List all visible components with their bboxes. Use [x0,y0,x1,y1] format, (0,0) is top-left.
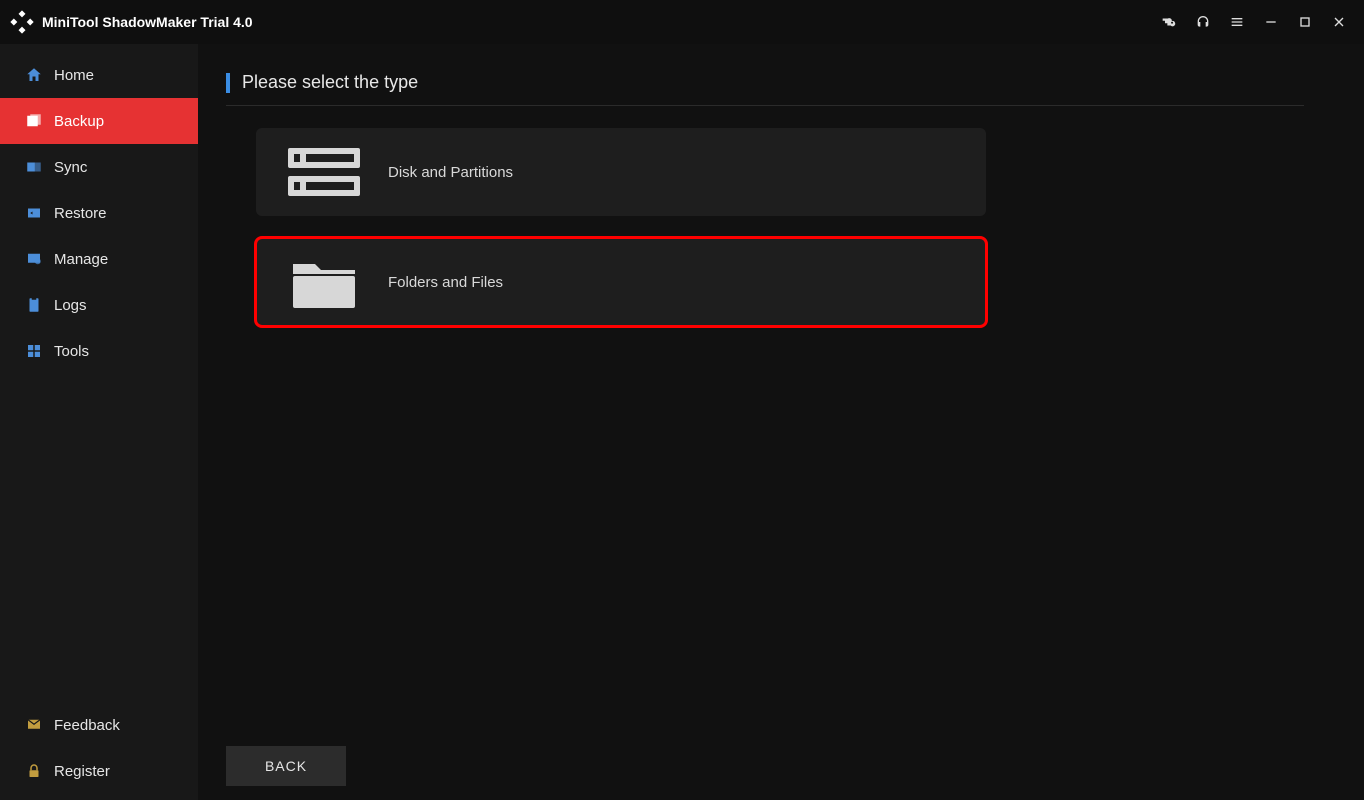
app-title: MiniTool ShadowMaker Trial 4.0 [42,14,253,30]
sidebar-item-label: Backup [54,113,104,130]
header-accent-bar [226,73,230,93]
sidebar-item-label: Feedback [54,717,120,734]
manage-icon [24,249,44,269]
sidebar-item-manage[interactable]: Manage [0,236,198,282]
maximize-button[interactable] [1288,0,1322,44]
sidebar-item-feedback[interactable]: Feedback [0,702,198,748]
sidebar-item-tools[interactable]: Tools [0,328,198,374]
sidebar-item-backup[interactable]: Backup [0,98,198,144]
sidebar-item-label: Tools [54,343,89,360]
sidebar-item-label: Sync [54,159,87,176]
sidebar-item-label: Register [54,763,110,780]
sidebar-item-sync[interactable]: Sync [0,144,198,190]
restore-icon [24,203,44,223]
sidebar-item-label: Home [54,67,94,84]
register-icon [24,761,44,781]
logs-icon [24,295,44,315]
option-label: Folders and Files [388,274,503,291]
option-list: Disk and Partitions Folders and Files [226,128,1304,348]
titlebar: MiniTool ShadowMaker Trial 4.0 [0,0,1364,44]
nav-list: Home Backup Sync [0,44,198,374]
headset-icon[interactable] [1186,0,1220,44]
key-icon[interactable] [1152,0,1186,44]
back-button[interactable]: BACK [226,746,346,786]
close-button[interactable] [1322,0,1356,44]
sidebar-item-restore[interactable]: Restore [0,190,198,236]
minimize-button[interactable] [1254,0,1288,44]
tools-icon [24,341,44,361]
app-window: MiniTool ShadowMaker Trial 4.0 [0,0,1364,800]
disk-partitions-icon [288,144,360,200]
page-header: Please select the type [226,72,1304,106]
sidebar-item-label: Logs [54,297,87,314]
backup-icon [24,111,44,131]
sidebar-item-label: Manage [54,251,108,268]
home-icon [24,65,44,85]
option-label: Disk and Partitions [388,164,513,181]
menu-icon[interactable] [1220,0,1254,44]
footer: BACK [226,746,346,786]
folder-icon [288,254,360,310]
option-folders-and-files[interactable]: Folders and Files [256,238,986,326]
sidebar-item-home[interactable]: Home [0,52,198,98]
sidebar-item-label: Restore [54,205,107,222]
sidebar-item-logs[interactable]: Logs [0,282,198,328]
sidebar-item-register[interactable]: Register [0,748,198,794]
sidebar: Home Backup Sync [0,44,198,800]
app-logo-icon [8,8,36,36]
sidebar-bottom: Feedback Register [0,702,198,800]
option-disk-and-partitions[interactable]: Disk and Partitions [256,128,986,216]
page-title: Please select the type [242,72,418,93]
feedback-icon [24,715,44,735]
main-content: Please select the type Disk [198,44,1364,800]
sync-icon [24,157,44,177]
